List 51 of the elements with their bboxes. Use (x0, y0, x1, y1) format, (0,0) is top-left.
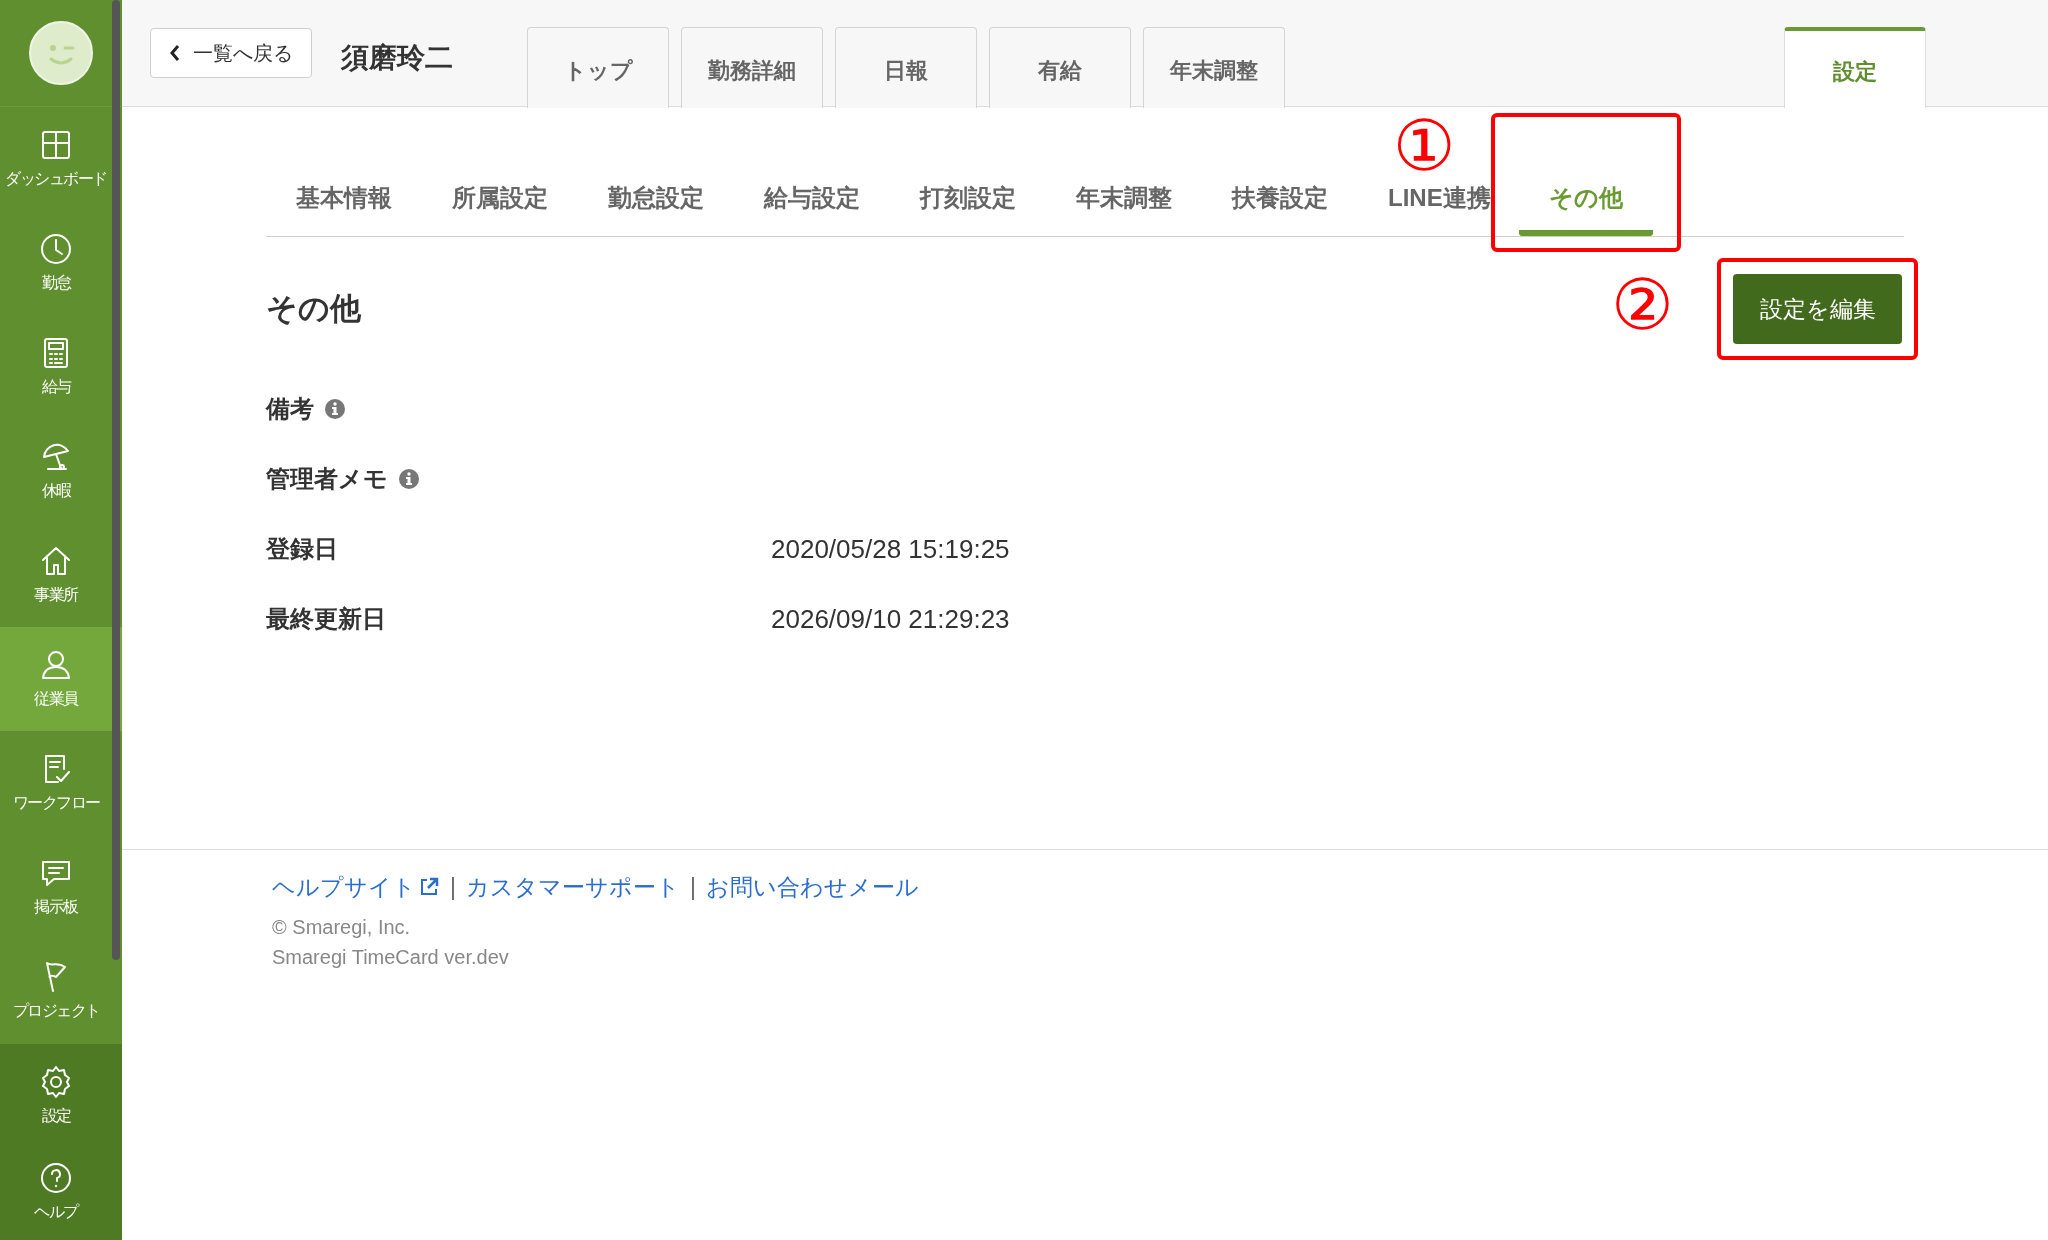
footer-link[interactable]: カスタマーサポート (466, 869, 680, 904)
tab[interactable]: 設定 (1784, 27, 1926, 108)
footer-link[interactable]: ヘルプサイト (272, 869, 440, 904)
field-value: 2026/09/10 21:29:23 (771, 602, 1010, 636)
back-button[interactable]: 一覧へ戻る (150, 28, 312, 78)
sidebar-item[interactable]: プロジェクト (0, 939, 122, 1043)
sidebar-item[interactable]: 給与 (0, 315, 122, 419)
scrollbar[interactable] (112, 0, 120, 960)
sidebar-item[interactable]: ヘルプ (0, 1144, 122, 1240)
sidebar-item[interactable]: ワークフロー (0, 731, 122, 835)
tab[interactable]: 勤務詳細 (681, 27, 823, 108)
annotation-number: ② (1611, 270, 1674, 340)
separator: | (690, 872, 696, 902)
subtab[interactable]: 給与設定 (734, 165, 890, 236)
sidebar-item[interactable]: 休暇 (0, 419, 122, 523)
subtab[interactable]: その他 (1518, 165, 1653, 236)
info-icon[interactable] (324, 398, 346, 420)
field-label: 登録日 (266, 534, 338, 564)
edit-settings-button[interactable]: 設定を編集 (1733, 274, 1902, 344)
tab[interactable]: 有給 (989, 27, 1131, 108)
tab[interactable]: 年末調整 (1143, 27, 1285, 108)
sidebar-item[interactable]: 勤怠 (0, 211, 122, 315)
field-label: 最終更新日 (266, 604, 386, 634)
sidebar-item[interactable]: 掲示板 (0, 835, 122, 939)
field-label: 備考 (266, 394, 314, 424)
sidebar-item[interactable]: ダッシュボード (0, 107, 122, 211)
tab[interactable]: 日報 (835, 27, 977, 108)
sidebar-item[interactable]: 従業員 (0, 627, 122, 731)
subtab[interactable]: 扶養設定 (1202, 165, 1358, 236)
separator: | (450, 872, 456, 902)
footer-link[interactable]: お問い合わせメール (705, 869, 919, 904)
chevron-left-icon (169, 44, 181, 62)
employee-name: 須磨玲二 (341, 41, 453, 75)
sidebar-item[interactable]: 設定 (0, 1048, 122, 1144)
subtab[interactable]: 打刻設定 (890, 165, 1046, 236)
info-icon[interactable] (398, 468, 420, 490)
sidebar-item[interactable]: 事業所 (0, 523, 122, 627)
section-title: その他 (266, 289, 361, 328)
avatar-icon[interactable] (29, 21, 93, 85)
subtab[interactable]: 基本情報 (266, 165, 422, 236)
annotation-number: ① (1392, 111, 1456, 181)
subtab[interactable]: 勤怠設定 (578, 165, 734, 236)
version-text: Smaregi TimeCard ver.dev (272, 945, 510, 970)
subtab[interactable]: 所属設定 (422, 165, 578, 236)
field-label: 管理者メモ (266, 464, 388, 494)
subtab[interactable]: 年末調整 (1046, 165, 1202, 236)
tab[interactable]: トップ (527, 27, 669, 108)
clock-icon (38, 231, 74, 267)
field-value: 2020/05/28 15:19:25 (771, 532, 1010, 566)
copyright-text: © Smaregi, Inc. (272, 915, 412, 940)
help-icon (38, 1160, 74, 1196)
